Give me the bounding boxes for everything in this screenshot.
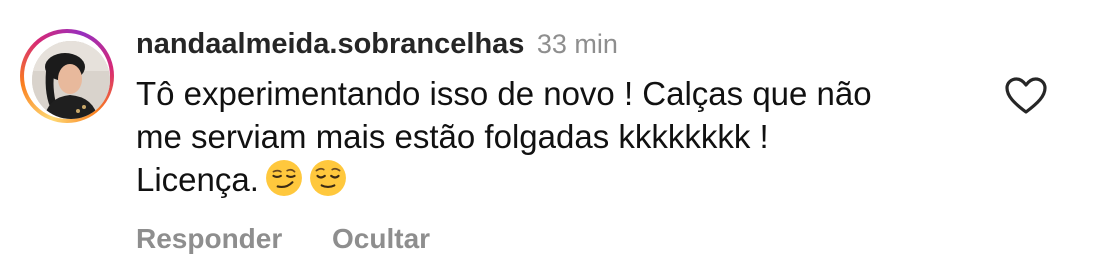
avatar[interactable] <box>32 41 110 119</box>
comment-text-line: me serviam mais estão folgadas kkkkkkkk … <box>136 118 769 155</box>
relieved-face-emoji-icon <box>309 160 346 196</box>
comment-text-line: Tô experimentando isso de novo ! Calças … <box>136 75 872 112</box>
avatar-story-ring[interactable] <box>20 29 114 123</box>
hide-button[interactable]: Ocultar <box>332 223 430 254</box>
heart-outline-icon[interactable] <box>1004 76 1048 116</box>
comment-body: nandaalmeida.sobrancelhas 33 min Tô expe… <box>136 22 996 255</box>
username-link[interactable]: nandaalmeida.sobrancelhas <box>136 28 524 60</box>
profile-photo <box>32 41 110 119</box>
comment-actions: Responder Ocultar <box>136 223 996 255</box>
smirking-face-emoji-icon <box>265 160 302 196</box>
comment-text-line: Licença. <box>136 158 986 201</box>
comment-text: Tô experimentando isso de novo ! Calças … <box>136 72 986 201</box>
reply-button[interactable]: Responder <box>136 223 282 254</box>
comment-timestamp: 33 min <box>536 29 618 59</box>
comment: nandaalmeida.sobrancelhas 33 min Tô expe… <box>0 0 1100 256</box>
comment-text-fragment: Licença. <box>136 161 259 198</box>
comment-meta: nandaalmeida.sobrancelhas 33 min <box>136 22 996 66</box>
